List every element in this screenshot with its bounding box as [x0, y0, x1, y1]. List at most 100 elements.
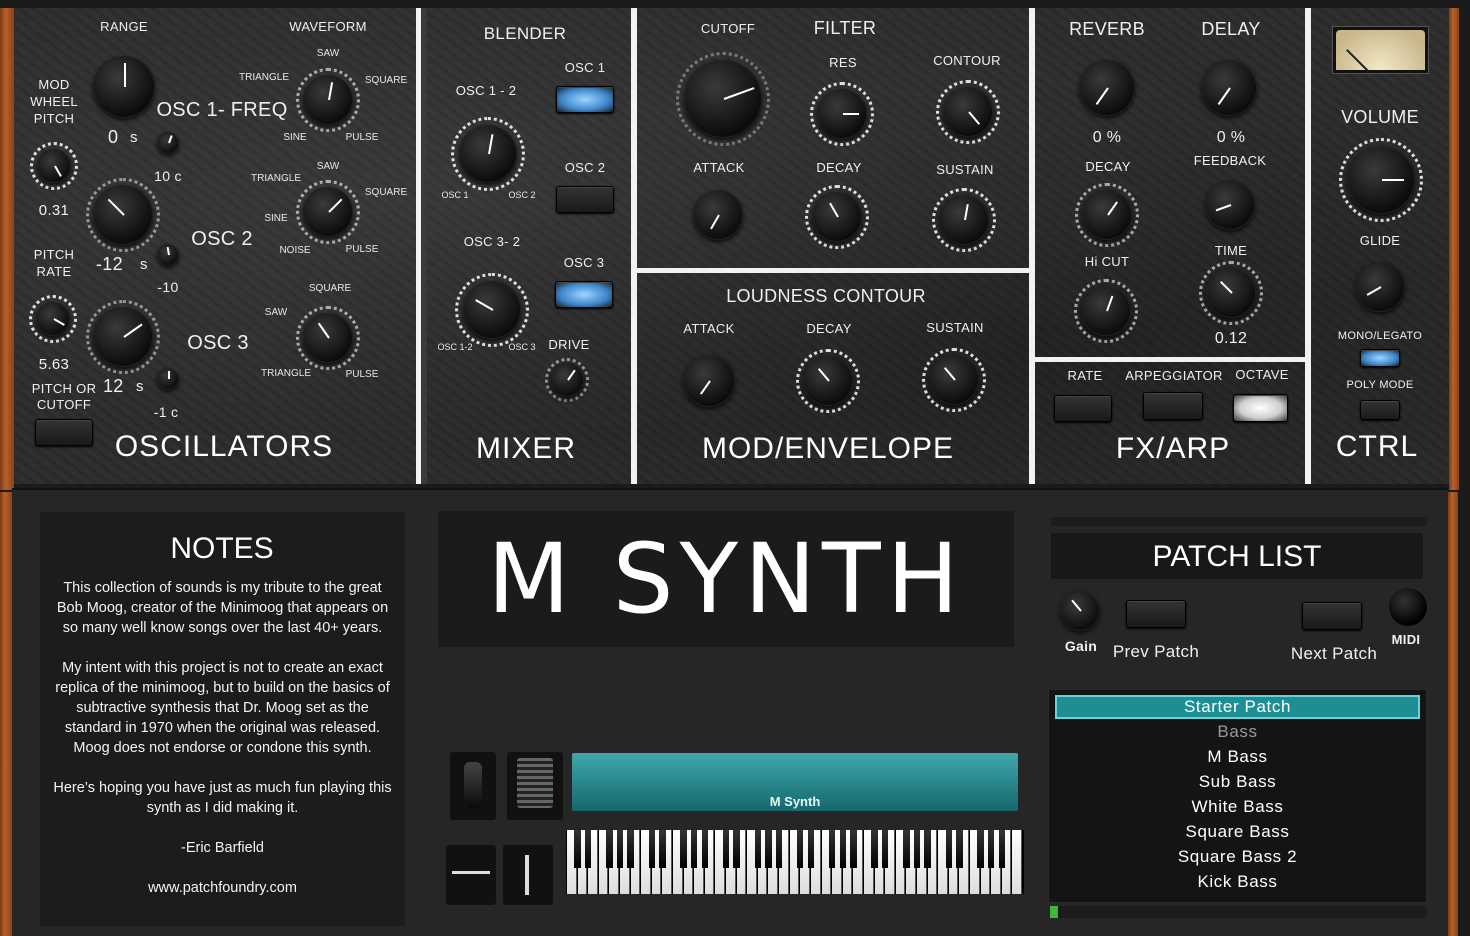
pitch-rate-knob[interactable]	[36, 302, 70, 336]
contour-knob[interactable]	[943, 87, 993, 137]
black-key[interactable]	[722, 830, 730, 868]
prev-patch-button[interactable]	[1126, 600, 1186, 628]
notes-url[interactable]: www.patchfoundry.com	[50, 878, 395, 898]
feedback-knob[interactable]	[1205, 180, 1255, 230]
osc2-waveform-knob[interactable]	[303, 187, 353, 237]
mixer-osc3-button[interactable]	[555, 281, 613, 308]
osc3-cent-value: -1 c	[153, 404, 179, 420]
black-key[interactable]	[627, 830, 634, 868]
patch-item[interactable]: White Bass	[1055, 795, 1420, 819]
osc3-label: OSC 3	[187, 332, 249, 354]
patch-item-selected[interactable]: Starter Patch	[1055, 695, 1420, 719]
osc3-semitone-value: 12	[103, 376, 124, 396]
next-patch-button[interactable]	[1302, 602, 1362, 630]
osc1-range-knob[interactable]	[93, 56, 155, 118]
black-key[interactable]	[606, 830, 613, 868]
osc3-fine-knob[interactable]	[157, 368, 179, 390]
osc2-label: OSC 2	[191, 228, 253, 250]
patch-item[interactable]: Square Bass 2	[1055, 845, 1420, 869]
black-key[interactable]	[765, 830, 772, 868]
reverb-knob[interactable]	[1079, 60, 1135, 116]
gain-knob[interactable]	[1060, 591, 1100, 631]
ctrl-section-title: CTRL	[1335, 430, 1419, 463]
black-key[interactable]	[881, 830, 889, 868]
black-key[interactable]	[956, 830, 963, 868]
patch-item[interactable]: Sub Bass	[1055, 770, 1420, 794]
delay-knob[interactable]	[1201, 60, 1257, 116]
arpeggiator-button[interactable]	[1143, 392, 1203, 420]
black-key[interactable]	[871, 830, 878, 868]
black-key[interactable]	[839, 830, 846, 868]
piano-keyboard[interactable]	[566, 830, 1024, 894]
hicut-knob[interactable]	[1081, 286, 1131, 336]
black-key[interactable]	[680, 830, 687, 868]
white-key[interactable]	[1012, 830, 1022, 894]
blender-osc32-knob[interactable]	[463, 281, 521, 339]
blender-osc12-knob[interactable]	[459, 125, 517, 183]
pitch-slider[interactable]	[452, 871, 490, 874]
black-key[interactable]	[828, 830, 836, 868]
mod-slider[interactable]	[525, 855, 529, 895]
osc1-waveform-knob[interactable]	[303, 75, 353, 125]
patch-item[interactable]: M Bass	[1055, 745, 1420, 769]
mono-legato-button[interactable]	[1360, 349, 1400, 367]
black-key[interactable]	[797, 830, 804, 868]
pitch-or-cutoff-button[interactable]	[35, 419, 93, 446]
black-key[interactable]	[648, 830, 655, 868]
patch-item[interactable]: Square Bass	[1055, 820, 1420, 844]
black-key[interactable]	[775, 830, 783, 868]
patch-item[interactable]: Kick Bass	[1055, 870, 1420, 894]
black-key[interactable]	[701, 830, 709, 868]
black-key[interactable]	[850, 830, 857, 868]
black-key[interactable]	[691, 830, 698, 868]
filter-sustain-label: SUSTAIN	[936, 162, 994, 177]
loud-sustain-label: SUSTAIN	[926, 320, 984, 335]
loud-decay-knob[interactable]	[803, 356, 853, 406]
reverb-decay-knob[interactable]	[1082, 190, 1132, 240]
reverb-value: 0 %	[1092, 129, 1122, 146]
black-key[interactable]	[903, 830, 910, 868]
loud-sustain-knob[interactable]	[929, 355, 979, 405]
osc1-cent-value: 10 c	[154, 168, 182, 184]
black-key[interactable]	[945, 830, 952, 868]
black-key[interactable]	[574, 830, 581, 868]
mixer-osc1-button[interactable]	[556, 86, 614, 113]
black-key[interactable]	[924, 830, 931, 868]
filter-decay-knob[interactable]	[812, 192, 862, 242]
black-key[interactable]	[616, 830, 624, 868]
mod-pedal[interactable]	[517, 758, 553, 808]
poly-mode-button[interactable]	[1360, 400, 1400, 420]
osc2-range-knob[interactable]	[93, 185, 153, 245]
osc2-fine-knob[interactable]	[157, 244, 179, 266]
glide-knob[interactable]	[1355, 262, 1405, 312]
pitch-wheel[interactable]	[464, 762, 482, 808]
black-key[interactable]	[585, 830, 592, 868]
mixer-osc2-button[interactable]	[556, 186, 614, 213]
black-key[interactable]	[998, 830, 1005, 868]
midi-knob[interactable]	[1389, 588, 1427, 626]
reverb-decay-label: DECAY	[1085, 159, 1131, 174]
black-key[interactable]	[659, 830, 666, 868]
cutoff-knob[interactable]	[684, 60, 762, 138]
drive-knob[interactable]	[550, 363, 584, 397]
volume-knob[interactable]	[1347, 146, 1415, 214]
osc3-range-knob[interactable]	[93, 307, 153, 367]
filter-sustain-knob[interactable]	[939, 195, 989, 245]
filter-attack-knob[interactable]	[693, 190, 743, 240]
black-key[interactable]	[913, 830, 921, 868]
black-key[interactable]	[754, 830, 762, 868]
octave-button[interactable]	[1233, 394, 1288, 422]
black-key[interactable]	[977, 830, 984, 868]
black-key[interactable]	[807, 830, 815, 868]
patch-scroll-indicator[interactable]	[1050, 906, 1058, 918]
osc1-fine-knob[interactable]	[157, 132, 179, 154]
loud-attack-knob[interactable]	[683, 355, 735, 407]
black-key[interactable]	[988, 830, 995, 868]
black-key[interactable]	[733, 830, 740, 868]
osc3-waveform-knob[interactable]	[303, 313, 353, 363]
mod-wheel-pitch-knob[interactable]	[37, 149, 71, 183]
rate-button[interactable]	[1054, 395, 1112, 422]
patch-item[interactable]: Bass	[1055, 720, 1420, 744]
time-knob[interactable]	[1206, 268, 1256, 318]
res-knob[interactable]	[817, 89, 867, 139]
